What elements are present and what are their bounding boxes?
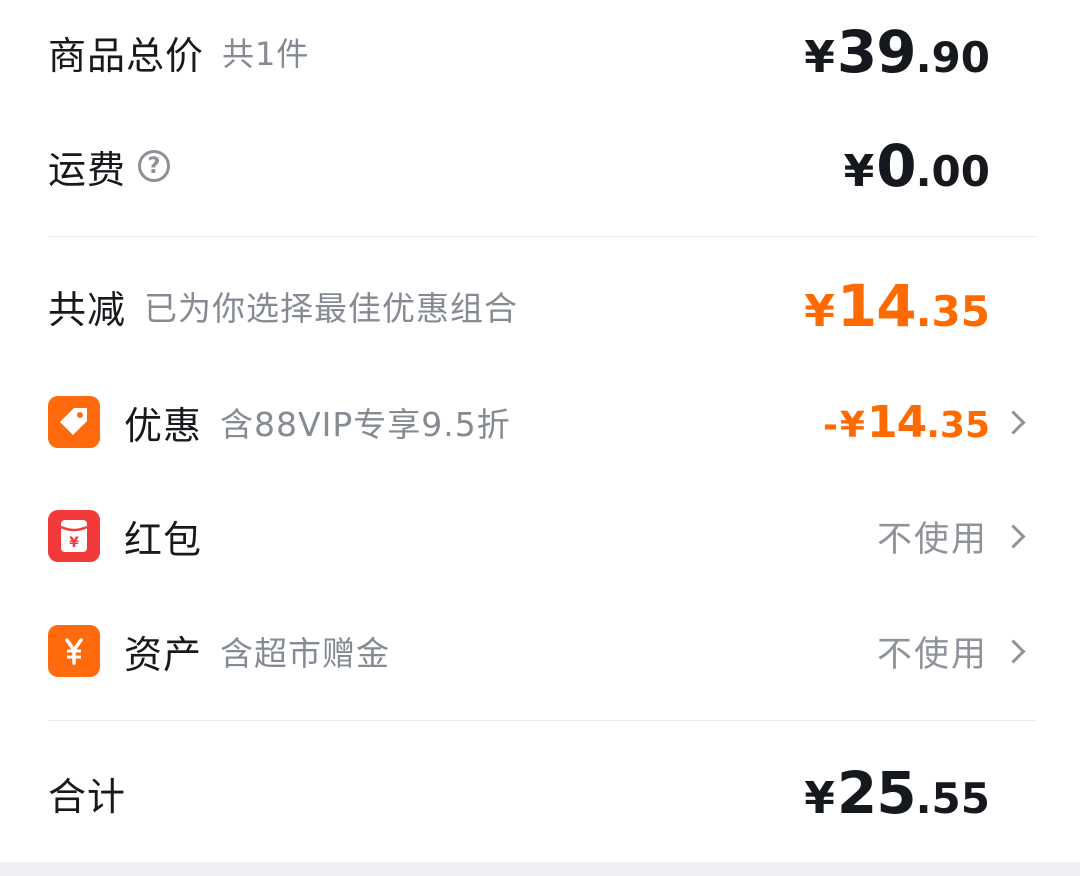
currency-symbol: ¥	[804, 32, 835, 83]
red-packet-label: 红包	[124, 517, 203, 562]
minus-sign: -	[822, 404, 838, 446]
order-summary-panel: 商品总价 共1件 ¥ 39 .90 运费 ? ¥ 0 .00 共减 已为你选择最…	[0, 0, 1080, 862]
divider	[48, 720, 1036, 721]
coupon-label: 优惠	[124, 403, 203, 448]
chevron-right-icon[interactable]	[1001, 523, 1026, 549]
price-decimal: .00	[915, 147, 990, 196]
grand-total-price: ¥ 25 .55	[804, 759, 990, 827]
red-packet-left: ¥ 红包	[48, 509, 202, 564]
chevron-right-icon[interactable]	[1001, 638, 1026, 664]
goods-total-left: 商品总价 共1件	[48, 25, 309, 80]
discount-total-price: ¥ 14 .35	[804, 272, 990, 340]
yuan-coin-icon	[48, 625, 100, 677]
coupon-left: 优惠 含88VIP专享9.5折	[48, 395, 511, 450]
divider	[48, 236, 1036, 237]
coupon-amount: - ¥ 14 .35	[823, 397, 990, 448]
goods-count-note: 共1件	[222, 35, 310, 73]
shipping-row: 运费 ? ¥ 0 .00	[0, 132, 1080, 200]
assets-left: 资产 含超市赠金	[48, 624, 390, 679]
price-integer: 14	[866, 396, 927, 448]
currency-symbol: ¥	[843, 146, 875, 197]
currency-symbol: ¥	[839, 404, 865, 446]
assets-note: 含超市赠金	[220, 634, 391, 673]
svg-text:¥: ¥	[69, 535, 79, 551]
goods-total-price: ¥ 39 .90	[804, 18, 990, 86]
price-decimal: .35	[915, 287, 990, 336]
coupon-note: 含88VIP专享9.5折	[220, 405, 511, 444]
question-circle-icon[interactable]: ?	[138, 150, 171, 182]
tag-icon-graphic	[60, 408, 87, 435]
discount-note: 已为你选择最佳优惠组合	[144, 289, 519, 328]
discount-total-label: 共减	[48, 287, 127, 332]
grand-total-left: 合计	[48, 766, 126, 821]
red-packet-icon: ¥	[48, 510, 100, 562]
red-packet-value: 不使用	[876, 519, 988, 560]
price-decimal: .90	[915, 33, 990, 82]
price-decimal: .55	[915, 774, 990, 823]
grand-total-row: 合计 ¥ 25 .55	[0, 759, 1080, 827]
coupon-row[interactable]: 优惠 含88VIP专享9.5折 - ¥ 14 .35	[0, 392, 1080, 452]
shipping-label: 运费	[48, 147, 127, 192]
grand-total-label: 合计	[48, 774, 127, 819]
bottom-separator-strip	[0, 862, 1080, 876]
price-integer: 14	[836, 272, 917, 340]
red-packet-icon-graphic: ¥	[60, 520, 88, 552]
chevron-right-icon[interactable]	[1001, 409, 1026, 435]
price-integer: 25	[836, 759, 917, 827]
red-packet-row[interactable]: ¥ 红包 不使用	[0, 506, 1080, 566]
discount-total-row: 共减 已为你选择最佳优惠组合 ¥ 14 .35	[0, 272, 1080, 340]
price-integer: 39	[836, 18, 917, 86]
yuan-coin-icon-graphic	[65, 638, 83, 665]
assets-value: 不使用	[876, 634, 988, 675]
currency-symbol: ¥	[804, 773, 835, 824]
goods-total-row: 商品总价 共1件 ¥ 39 .90	[0, 18, 1080, 86]
price-decimal: .35	[926, 404, 990, 446]
goods-total-label: 商品总价	[48, 33, 205, 78]
discount-total-left: 共减 已为你选择最佳优惠组合	[48, 279, 518, 334]
assets-label: 资产	[124, 632, 203, 677]
tag-icon	[48, 396, 100, 448]
currency-symbol: ¥	[804, 286, 835, 337]
price-integer: 0	[876, 132, 916, 200]
assets-row[interactable]: 资产 含超市赠金 不使用	[0, 621, 1080, 681]
shipping-left: 运费 ?	[48, 139, 171, 194]
shipping-price: ¥ 0 .00	[844, 132, 990, 200]
